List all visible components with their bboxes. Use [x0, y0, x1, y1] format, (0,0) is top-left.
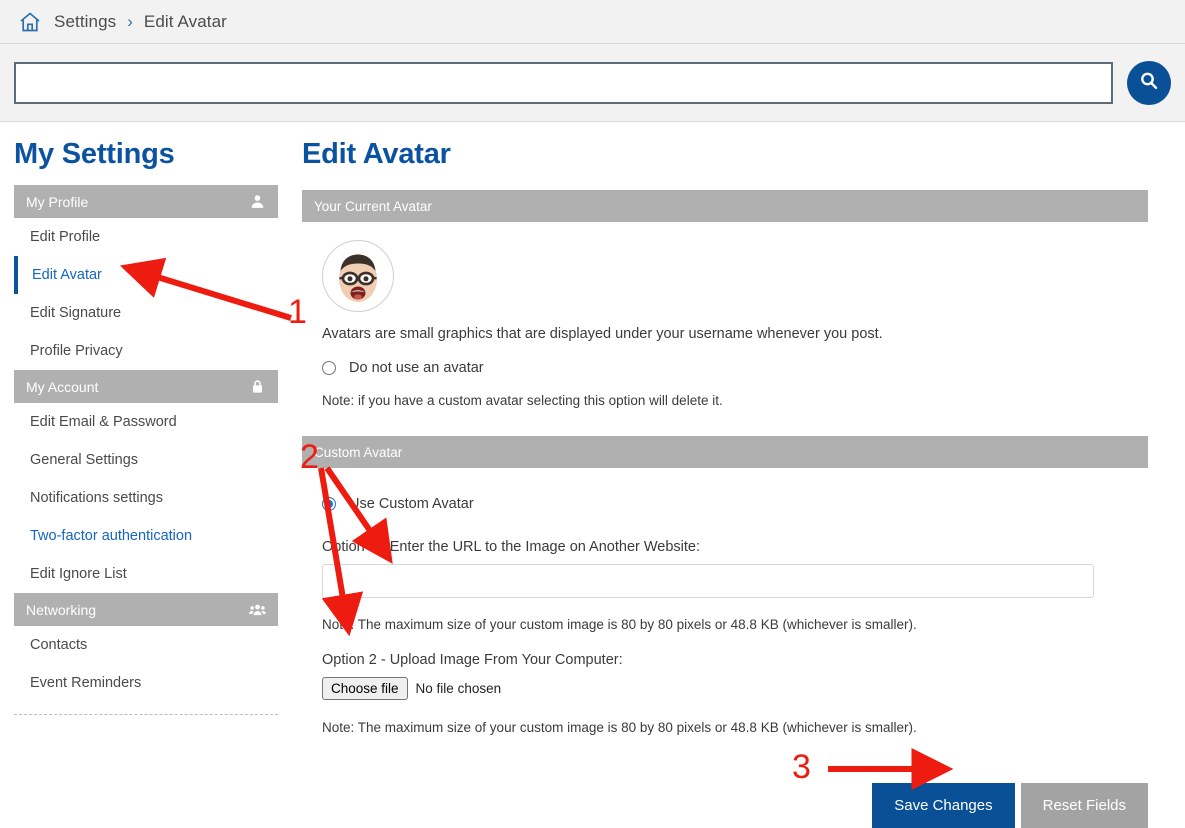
- form-actions: Save Changes Reset Fields: [322, 783, 1148, 828]
- sidebar-item-edit-email-password[interactable]: Edit Email & Password: [14, 403, 278, 441]
- no-avatar-radio-label[interactable]: Do not use an avatar: [349, 360, 484, 376]
- panel-body-current-avatar: Avatars are small graphics that are disp…: [302, 222, 1148, 408]
- main-content: Edit Avatar Your Current Avatar Avatars …: [292, 126, 1185, 828]
- avatar-url-input[interactable]: [322, 564, 1094, 598]
- memoji-avatar-icon: [322, 240, 1148, 312]
- sidebar-title: My Settings: [14, 138, 175, 170]
- people-icon: [249, 601, 266, 618]
- page-container: My Settings My Profile Edit Profile Edit…: [0, 122, 1185, 828]
- sidebar-item-event-reminders[interactable]: Event Reminders: [14, 664, 278, 702]
- use-custom-avatar-radio-label[interactable]: Use Custom Avatar: [349, 496, 474, 512]
- reset-fields-button[interactable]: Reset Fields: [1020, 783, 1148, 828]
- sidebar: My Settings My Profile Edit Profile Edit…: [0, 126, 292, 828]
- page-title: Edit Avatar: [302, 138, 451, 170]
- search-icon: [1137, 69, 1161, 96]
- sidebar-item-two-factor-authentication[interactable]: Two-factor authentication: [14, 517, 278, 555]
- search-input[interactable]: [14, 61, 1113, 104]
- breadcrumb-item-edit-avatar[interactable]: Edit Avatar: [144, 12, 227, 32]
- panel-body-custom-avatar: Use Custom Avatar Option 1 - Enter the U…: [302, 468, 1148, 828]
- custom-avatar-note-1: Note: The maximum size of your custom im…: [322, 617, 917, 632]
- file-upload-row: Choose file No file chosen: [322, 677, 1148, 700]
- avatar-description: Avatars are small graphics that are disp…: [322, 326, 883, 342]
- sidebar-item-general-settings[interactable]: General Settings: [14, 441, 278, 479]
- choose-file-button[interactable]: Choose file: [322, 677, 408, 700]
- panel-header-current-avatar: Your Current Avatar: [302, 190, 1148, 222]
- sidebar-group-label: Networking: [26, 601, 97, 618]
- sidebar-item-edit-signature[interactable]: Edit Signature: [14, 294, 278, 332]
- use-custom-avatar-radio[interactable]: [322, 497, 336, 511]
- file-status-label: No file chosen: [415, 681, 502, 696]
- breadcrumb-bar: Settings › Edit Avatar: [0, 0, 1185, 44]
- breadcrumb-item-settings[interactable]: Settings: [54, 12, 116, 32]
- sidebar-item-edit-ignore-list[interactable]: Edit Ignore List: [14, 555, 278, 593]
- no-avatar-radio[interactable]: [322, 361, 336, 375]
- sidebar-group-label: My Account: [26, 378, 99, 395]
- option1-label: Option 1 - Enter the URL to the Image on…: [322, 539, 701, 555]
- sidebar-group-networking: Networking: [14, 593, 278, 626]
- panel-header-custom-avatar: Custom Avatar: [302, 436, 1148, 468]
- sidebar-divider: [14, 714, 278, 715]
- no-avatar-option-row[interactable]: Do not use an avatar: [322, 360, 1148, 376]
- use-custom-avatar-option-row[interactable]: Use Custom Avatar: [322, 496, 1148, 512]
- sidebar-item-notifications-settings[interactable]: Notifications settings: [14, 479, 278, 517]
- no-avatar-note: Note: if you have a custom avatar select…: [322, 393, 723, 408]
- search-bar: [0, 44, 1185, 122]
- option2-label: Option 2 - Upload Image From Your Comput…: [322, 652, 623, 668]
- sidebar-group-my-profile: My Profile: [14, 185, 278, 218]
- custom-avatar-note-2: Note: The maximum size of your custom im…: [322, 720, 917, 735]
- search-button[interactable]: [1127, 60, 1171, 105]
- sidebar-item-profile-privacy[interactable]: Profile Privacy: [14, 332, 278, 370]
- sidebar-item-edit-avatar[interactable]: Edit Avatar: [14, 256, 278, 294]
- chevron-right-icon: ›: [127, 11, 133, 31]
- save-changes-button[interactable]: Save Changes: [872, 783, 1015, 828]
- sidebar-group-my-account: My Account: [14, 370, 278, 403]
- sidebar-group-label: My Profile: [26, 193, 89, 210]
- home-icon[interactable]: [18, 10, 54, 34]
- user-icon: [249, 193, 266, 210]
- sidebar-item-edit-profile[interactable]: Edit Profile: [14, 218, 278, 256]
- sidebar-item-contacts[interactable]: Contacts: [14, 626, 278, 664]
- lock-icon: [249, 378, 266, 395]
